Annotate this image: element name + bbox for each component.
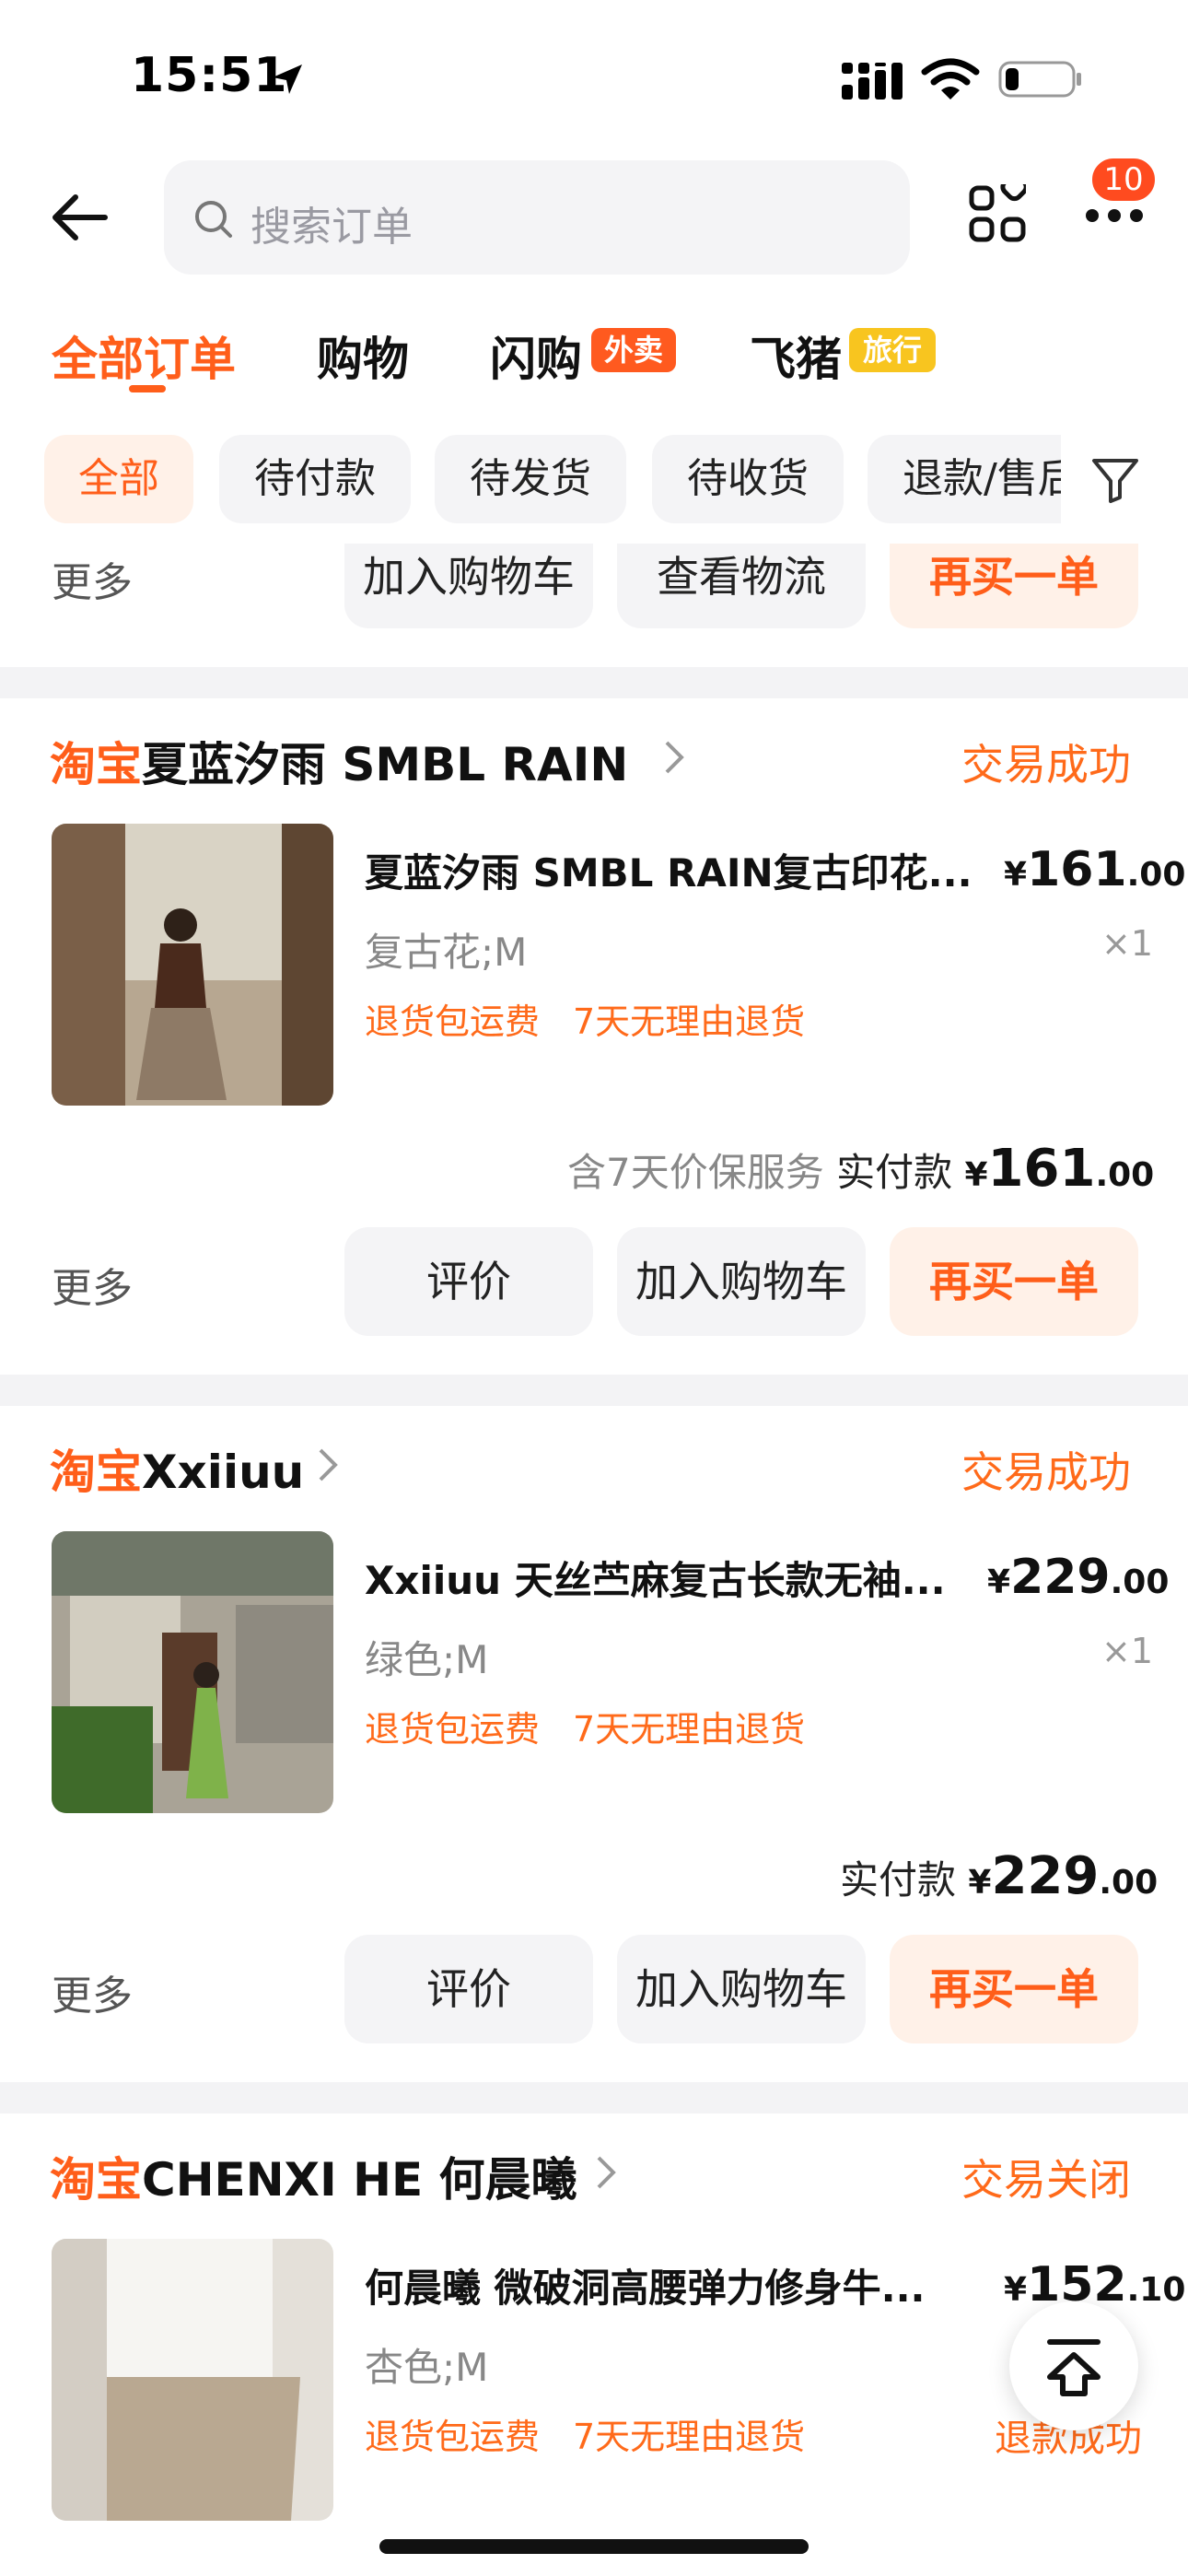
review-button[interactable]: 评价 xyxy=(344,1935,593,2043)
order-shop-name[interactable]: 淘宝CHENXI HE 何晨曦 xyxy=(50,2143,577,2209)
guarantee-7day-return: 7天无理由退货 xyxy=(573,2417,806,2457)
platform-label: 淘宝 xyxy=(50,2153,142,2207)
back-arrow-icon[interactable] xyxy=(48,184,114,251)
product-thumbnail[interactable] xyxy=(52,824,333,1106)
active-tab-indicator xyxy=(129,385,166,392)
cellular-signal-icon xyxy=(842,63,903,100)
battery-icon xyxy=(998,61,1081,98)
guarantee-free-return: 退货包运费 xyxy=(365,1709,541,1750)
order-shop-name[interactable]: 淘宝夏蓝汐雨 SMBL RAIN xyxy=(50,728,628,794)
product-thumbnail[interactable] xyxy=(52,1531,333,1813)
chevron-right-icon xyxy=(665,741,684,774)
filter-pending-payment[interactable]: 待付款 xyxy=(219,435,411,523)
apps-grid-icon[interactable] xyxy=(969,184,1026,243)
tab-fliggy[interactable]: 飞猪 xyxy=(750,322,842,389)
more-link[interactable]: 更多 xyxy=(52,1255,133,1314)
tag-travel: 旅行 xyxy=(849,328,936,372)
back-to-top-icon xyxy=(1047,2339,1101,2396)
order-status: 交易成功 xyxy=(961,740,1131,790)
buy-again-button[interactable]: 再买一单 xyxy=(890,1935,1138,2043)
price-decimal: .00 xyxy=(1110,1563,1170,1601)
shop-name: Xxiiuu xyxy=(142,1446,305,1499)
price-protect-text: 含7天价保服务 xyxy=(567,1150,824,1195)
tab-shopping[interactable]: 购物 xyxy=(317,322,409,389)
shop-name: CHENXI HE 何晨曦 xyxy=(142,2153,577,2207)
tab-flash-buy[interactable]: 闪购 xyxy=(490,322,582,389)
search-placeholder: 搜索订单 xyxy=(250,204,413,251)
filter-all[interactable]: 全部 xyxy=(44,435,193,523)
filter-funnel-icon[interactable] xyxy=(1090,455,1140,505)
prev-logistics-button[interactable]: 查看物流 xyxy=(617,544,866,628)
product-title[interactable]: Xxiiuu 天丝苎麻复古长款无袖... xyxy=(365,1550,946,1606)
tag-waimai: 外卖 xyxy=(591,328,676,372)
card-separator xyxy=(0,1375,1188,1406)
currency-symbol: ¥ xyxy=(987,1563,1011,1601)
prev-more-link[interactable]: 更多 xyxy=(52,549,133,608)
location-arrow-icon xyxy=(273,64,302,94)
price-integer: 161 xyxy=(1027,842,1127,897)
message-badge: 10 xyxy=(1089,155,1159,205)
price-decimal: .00 xyxy=(1126,856,1186,894)
order-status: 交易成功 xyxy=(961,1447,1131,1497)
search-icon xyxy=(195,201,232,238)
paid-amount: 含7天价保服务 实付款 ¥161.00 xyxy=(567,1139,1154,1199)
wifi-icon xyxy=(921,58,980,100)
product-thumbnail[interactable] xyxy=(52,2239,333,2521)
price-integer: 229 xyxy=(1010,1550,1111,1605)
product-title[interactable]: 夏蓝汐雨 SMBL RAIN复古印花... xyxy=(365,842,973,898)
tab-all-orders[interactable]: 全部订单 xyxy=(52,322,236,389)
product-quantity: ×1 xyxy=(1101,923,1154,964)
paid-label: 实付款 xyxy=(840,1857,957,1903)
prev-buy-again-button[interactable]: 再买一单 xyxy=(890,544,1138,628)
buy-again-button[interactable]: 再买一单 xyxy=(890,1227,1138,1336)
paid-label: 实付款 xyxy=(836,1150,953,1195)
chevron-right-icon xyxy=(597,2156,616,2189)
platform-label: 淘宝 xyxy=(50,1446,142,1499)
order-shop-name[interactable]: 淘宝Xxiiuu xyxy=(50,1435,304,1502)
product-variant: 复古花;M xyxy=(365,930,528,975)
filter-pending-shipment[interactable]: 待发货 xyxy=(435,435,626,523)
status-time: 15:51 xyxy=(131,48,288,103)
back-to-top-button[interactable] xyxy=(1009,2301,1138,2430)
card-separator xyxy=(0,2082,1188,2113)
guarantee-7day-return: 7天无理由退货 xyxy=(573,1709,806,1750)
paid-decimal: .00 xyxy=(1099,1864,1159,1902)
card-separator xyxy=(0,667,1188,698)
guarantee-free-return: 退货包运费 xyxy=(365,2417,541,2457)
product-price: ¥161.00 xyxy=(1004,842,1185,897)
paid-amount: 实付款 ¥229.00 xyxy=(840,1846,1158,1906)
more-dots-icon[interactable] xyxy=(1085,206,1144,225)
order-status: 交易关闭 xyxy=(961,2155,1131,2205)
paid-integer: 161 xyxy=(987,1139,1096,1199)
currency-symbol: ¥ xyxy=(1004,856,1028,894)
product-price: ¥229.00 xyxy=(987,1550,1169,1605)
platform-label: 淘宝 xyxy=(50,738,142,791)
add-to-cart-button[interactable]: 加入购物车 xyxy=(617,1935,866,2043)
product-quantity: ×1 xyxy=(1101,1631,1154,1671)
paid-decimal: .00 xyxy=(1095,1156,1155,1194)
review-button[interactable]: 评价 xyxy=(344,1227,593,1336)
paid-integer: 229 xyxy=(991,1846,1100,1906)
product-variant: 杏色;M xyxy=(365,2345,489,2390)
currency-symbol: ¥ xyxy=(968,1864,992,1902)
product-title[interactable]: 何晨曦 微破洞高腰弹力修身牛... xyxy=(365,2257,926,2313)
prev-add-cart-button[interactable]: 加入购物车 xyxy=(344,544,593,628)
guarantee-free-return: 退货包运费 xyxy=(365,1001,541,1042)
shop-name: 夏蓝汐雨 SMBL RAIN xyxy=(142,738,629,791)
more-link[interactable]: 更多 xyxy=(52,1962,133,2021)
currency-symbol: ¥ xyxy=(964,1156,988,1194)
home-indicator xyxy=(379,2539,809,2554)
guarantee-7day-return: 7天无理由退货 xyxy=(573,1001,806,1042)
chevron-right-icon xyxy=(319,1448,338,1481)
add-to-cart-button[interactable]: 加入购物车 xyxy=(617,1227,866,1336)
product-variant: 绿色;M xyxy=(365,1637,489,1682)
filter-pending-receipt[interactable]: 待收货 xyxy=(652,435,844,523)
